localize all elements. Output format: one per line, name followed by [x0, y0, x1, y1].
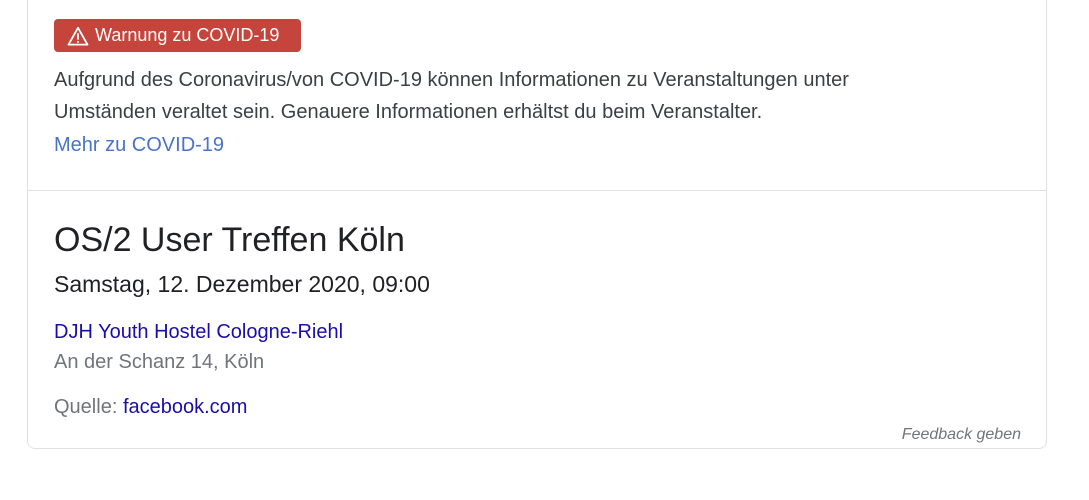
feedback-link[interactable]: Feedback geben — [902, 425, 1021, 445]
covid-warning-message-line: Aufgrund des Coronavirus/von COVID-19 kö… — [54, 69, 849, 91]
covid-warning-badge-label: Warnung zu COVID-19 — [95, 25, 280, 45]
source-label: Quelle: — [54, 396, 123, 418]
covid-warning-message-line: Umständen veraltet sein. Genauere Inform… — [54, 101, 763, 123]
event-datetime: Samstag, 12. Dezember 2020, 09:00 — [54, 271, 430, 297]
venue-name-link[interactable]: DJH Youth Hostel Cologne-Riehl — [54, 316, 343, 348]
event-source: Quelle: facebook.com — [54, 391, 247, 423]
warning-triangle-icon — [67, 26, 95, 46]
covid-warning-section: Warnung zu COVID-19 Aufgrund des Coronav… — [28, 0, 1046, 191]
source-link[interactable]: facebook.com — [123, 396, 248, 418]
venue-address: An der Schanz 14, Köln — [54, 351, 265, 373]
covid-warning-badge: Warnung zu COVID-19 — [54, 19, 301, 52]
more-covid-info-link[interactable]: Mehr zu COVID-19 — [54, 129, 224, 161]
event-title: OS/2 User Treffen Köln — [54, 221, 405, 259]
covid-warning-message: Aufgrund des Coronavirus/von COVID-19 kö… — [54, 64, 954, 128]
event-card: Warnung zu COVID-19 Aufgrund des Coronav… — [27, 0, 1047, 449]
